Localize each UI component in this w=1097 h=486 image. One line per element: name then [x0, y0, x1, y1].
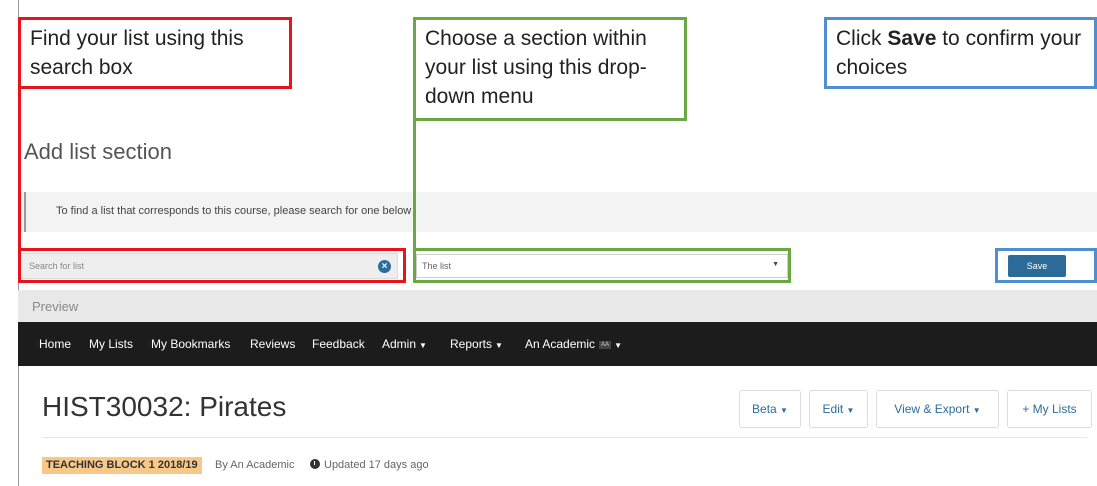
callout-search: Find your list using this search box — [18, 17, 292, 89]
preview-header: Preview — [18, 290, 1097, 322]
updated-info: Updated 17 days ago — [310, 459, 429, 471]
nav-item-reports[interactable]: Reports ▼ — [450, 337, 503, 351]
list-title: HIST30032: Pirates — [42, 391, 287, 422]
nav-admin-label: Admin — [382, 337, 417, 351]
caret-down-icon: ▼ — [846, 406, 855, 415]
callout-save-prefix: Click — [836, 27, 888, 50]
period-badge: TEACHING BLOCK 1 2018/19 — [42, 457, 202, 474]
callout-save: Click Save to confirm your choices — [824, 17, 1097, 89]
divider — [42, 437, 1087, 438]
nav-item-reviews[interactable]: Reviews — [250, 337, 295, 351]
preview-label: Preview — [32, 299, 79, 314]
info-text: To find a list that corresponds to this … — [56, 205, 412, 217]
callout-save-bold: Save — [887, 27, 937, 50]
edit-button[interactable]: Edit ▼ — [809, 390, 868, 428]
beta-label: Beta — [752, 402, 777, 416]
updated-text: Updated 17 days ago — [324, 459, 429, 471]
edit-label: Edit — [822, 402, 844, 416]
navbar: Home My Lists My Bookmarks Reviews Feedb… — [18, 322, 1097, 366]
nav-reports-label: Reports — [450, 337, 493, 351]
callout-search-line — [18, 86, 21, 248]
info-accent — [24, 192, 26, 232]
author-text: By An Academic — [215, 459, 295, 471]
add-to-my-lists-button[interactable]: + My Lists — [1007, 390, 1092, 428]
view-export-button[interactable]: View & Export ▼ — [876, 390, 999, 428]
nav-user-label: An Academic — [525, 337, 596, 351]
user-initials-badge: AA — [599, 340, 612, 349]
callout-section-line — [413, 118, 416, 250]
nav-item-home[interactable]: Home — [39, 337, 71, 351]
caret-down-icon: ▼ — [972, 406, 981, 415]
caret-down-icon: ▼ — [419, 341, 427, 350]
nav-item-feedback[interactable]: Feedback — [312, 337, 365, 351]
beta-button[interactable]: Beta ▼ — [739, 390, 801, 428]
callout-section: Choose a section within your list using … — [413, 17, 687, 121]
section-highlight — [413, 248, 791, 283]
nav-item-my-bookmarks[interactable]: My Bookmarks — [151, 337, 230, 351]
caret-down-icon: ▼ — [614, 341, 622, 350]
clock-icon — [310, 459, 320, 469]
search-highlight — [18, 248, 406, 283]
nav-item-admin[interactable]: Admin ▼ — [382, 337, 427, 351]
view-export-label: View & Export — [894, 402, 970, 416]
info-message: To find a list that corresponds to this … — [18, 192, 1097, 232]
caret-down-icon: ▼ — [495, 341, 503, 350]
save-highlight — [995, 248, 1097, 283]
page-title: Add list section — [24, 139, 172, 164]
nav-item-my-lists[interactable]: My Lists — [89, 337, 133, 351]
caret-down-icon: ▼ — [780, 406, 788, 415]
nav-item-user[interactable]: An Academic AA ▼ — [525, 337, 622, 351]
